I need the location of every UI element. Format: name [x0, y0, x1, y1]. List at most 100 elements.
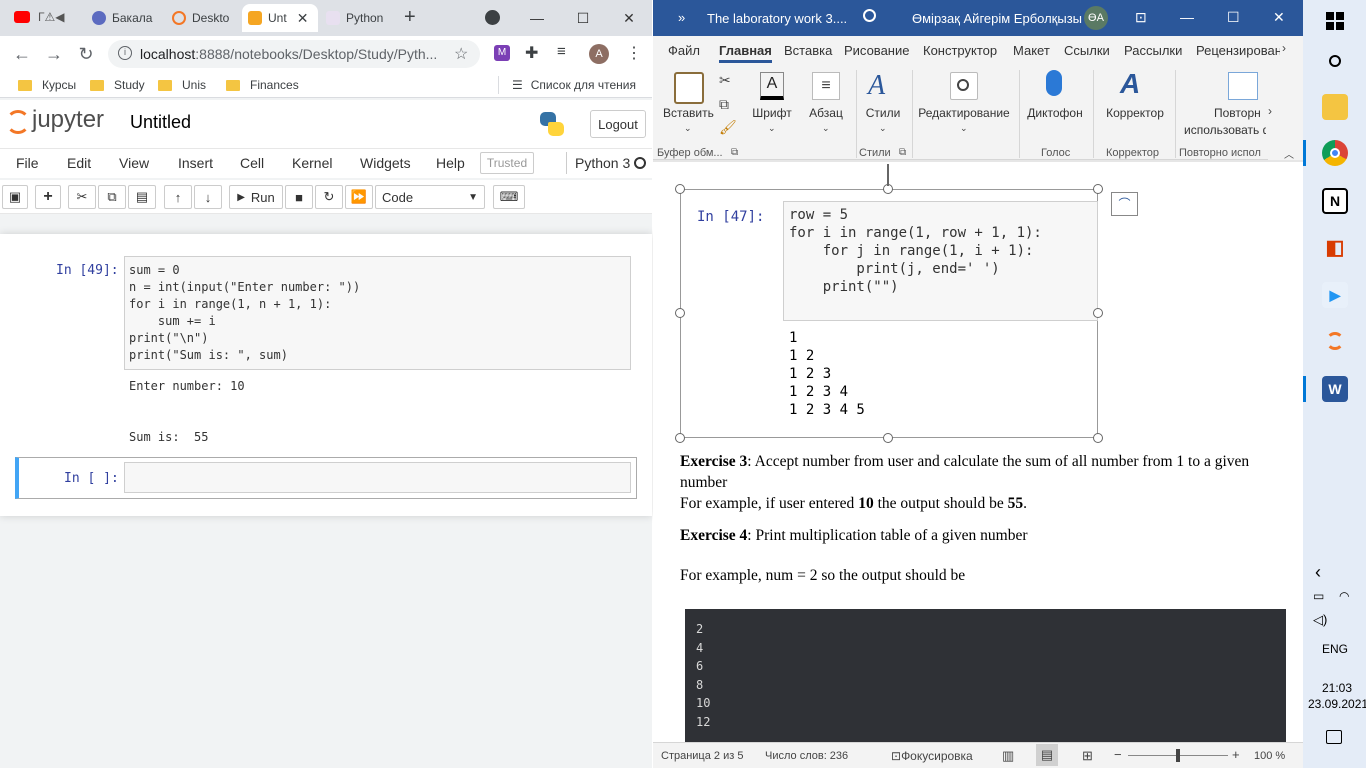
show-hidden-icons-icon[interactable]: ‹ [1315, 562, 1321, 583]
tab-bakalavr[interactable]: Бакала [86, 4, 162, 32]
dialog-launcher-icon[interactable]: ⧉ [899, 147, 906, 158]
resize-handle[interactable] [675, 308, 685, 318]
restart-icon[interactable]: ↻ [315, 185, 343, 209]
quick-access-overflow-icon[interactable]: » [678, 10, 685, 25]
bookmark-kursy[interactable]: Курсы [18, 76, 76, 94]
collapse-ribbon-icon[interactable]: ︿ [1284, 146, 1294, 161]
close-tab-icon[interactable]: ✕ [297, 10, 309, 27]
office-icon[interactable]: ◧ [1322, 234, 1348, 260]
tab-home[interactable]: Главная [719, 43, 772, 63]
font-label[interactable]: Шрифт [748, 106, 796, 120]
media-control-icon[interactable]: ≡ [557, 43, 566, 60]
resize-handle[interactable] [1093, 433, 1103, 443]
menu-widgets[interactable]: Widgets [360, 155, 411, 171]
notion-icon[interactable]: N [1322, 188, 1348, 214]
paste-icon[interactable]: ▤ [128, 185, 156, 209]
word-count[interactable]: Число слов: 236 [765, 750, 848, 762]
read-mode-icon[interactable]: ▥ [1002, 748, 1014, 764]
paste-clipboard-icon[interactable] [674, 72, 704, 104]
rotate-handle-stem[interactable] [887, 164, 889, 186]
notifications-icon[interactable] [1326, 730, 1342, 744]
new-tab-icon[interactable]: + [404, 6, 416, 29]
extensions-puzzle-icon[interactable]: ✚ [525, 43, 538, 63]
paste-label[interactable]: Вставить [663, 106, 714, 120]
tab-design[interactable]: Конструктор [923, 43, 997, 58]
microphone-icon[interactable] [1046, 70, 1062, 96]
windows-start-icon[interactable] [1322, 8, 1348, 34]
interrupt-icon[interactable]: ■ [285, 185, 313, 209]
tab-review[interactable]: Рецензирован [1196, 43, 1280, 58]
clock-time[interactable]: 21:03 [1322, 681, 1352, 695]
media-player-icon[interactable]: ▶ [1322, 282, 1348, 308]
word-close-icon[interactable]: ✕ [1273, 9, 1285, 26]
reuse-label-line2[interactable]: использовать ф [1184, 123, 1266, 137]
bookmark-study[interactable]: Study [90, 76, 145, 94]
ribbon-display-icon[interactable]: ⊡ [1135, 9, 1147, 26]
forward-icon[interactable]: → [40, 40, 68, 68]
cut-icon[interactable]: ✂ [68, 185, 96, 209]
zoom-slider-thumb[interactable] [1176, 749, 1180, 762]
tab-insert[interactable]: Вставка [784, 43, 832, 58]
menu-cell[interactable]: Cell [240, 155, 264, 171]
web-layout-icon[interactable]: ⊞ [1082, 748, 1093, 764]
site-info-icon[interactable]: i [118, 46, 132, 60]
tab-python[interactable]: Python [320, 4, 392, 32]
word-taskbar-icon[interactable]: W [1322, 376, 1348, 402]
profile-avatar[interactable]: A [589, 44, 609, 64]
paragraph-label[interactable]: Абзац [802, 106, 850, 120]
zoom-in-icon[interactable]: + [1232, 747, 1240, 762]
battery-icon[interactable]: ▭ [1313, 589, 1324, 603]
word-minimize-icon[interactable]: — [1180, 9, 1194, 25]
tab-overflow-icon[interactable]: Г⚠◀ [38, 10, 64, 24]
wifi-icon[interactable]: ◠ [1339, 589, 1349, 603]
restart-run-all-icon[interactable]: ⏩ [345, 185, 373, 209]
close-window-icon[interactable]: ✕ [606, 0, 652, 36]
editing-search-icon[interactable] [950, 72, 978, 100]
resize-handle[interactable] [1093, 308, 1103, 318]
kernel-name[interactable]: Python 3 [575, 155, 630, 171]
user-avatar[interactable]: ӨА [1084, 6, 1108, 30]
reading-list-button[interactable]: ☰ Список для чтения [512, 76, 636, 94]
move-down-icon[interactable]: ↓ [194, 185, 222, 209]
address-bar[interactable]: localhost:8888/notebooks/Desktop/Study/P… [108, 40, 480, 68]
focus-button[interactable]: ⊡Фокусировка [891, 749, 973, 763]
language-indicator[interactable]: ENG [1322, 642, 1348, 656]
paste-dropdown-icon[interactable]: ⌄ [684, 123, 692, 134]
user-name[interactable]: Өмірзақ Айгерім Ерболқызы [912, 11, 1082, 26]
jupyter-logo-icon[interactable] [6, 110, 30, 134]
styles-icon[interactable]: A [868, 70, 885, 102]
tab-layout[interactable]: Макет [1013, 43, 1050, 58]
paragraph-icon[interactable]: ≡ [812, 72, 840, 100]
cell2-code-editor[interactable] [124, 462, 631, 493]
minimize-icon[interactable]: — [514, 0, 560, 36]
notebook-title[interactable]: Untitled [130, 112, 191, 133]
tab-desktop[interactable]: Deskto [166, 4, 238, 32]
zoom-level[interactable]: 100 % [1254, 750, 1285, 762]
volume-icon[interactable]: ◁) [1313, 612, 1327, 628]
reuse-files-icon[interactable] [1228, 72, 1258, 100]
jupyter-logo-text[interactable]: jupyter [32, 106, 104, 134]
tab-search-icon[interactable] [485, 10, 500, 25]
file-explorer-icon[interactable] [1322, 94, 1348, 120]
jupyter-taskbar-icon[interactable] [1322, 328, 1348, 354]
print-layout-icon[interactable]: ▤ [1036, 744, 1058, 766]
move-up-icon[interactable]: ↑ [164, 185, 192, 209]
ribbon-scroll-right-icon[interactable]: › [1268, 104, 1272, 118]
tab-file[interactable]: Файл [668, 43, 700, 58]
windows-search-icon[interactable] [1322, 48, 1348, 74]
resize-handle[interactable] [675, 184, 685, 194]
tab-mailings[interactable]: Рассылки [1124, 43, 1182, 58]
cut-icon[interactable]: ✂ [719, 72, 731, 89]
editor-icon[interactable]: A [1120, 68, 1140, 100]
maximize-icon[interactable]: ☐ [560, 0, 606, 36]
logout-button[interactable]: Logout [590, 110, 646, 138]
bookmark-star-icon[interactable]: ☆ [454, 44, 468, 64]
font-dropdown-icon[interactable]: ⌄ [768, 123, 776, 134]
run-button[interactable]: ▶ Run [229, 185, 283, 209]
tab-draw[interactable]: Рисование [844, 43, 909, 58]
save-icon[interactable]: ▣ [2, 185, 28, 209]
copy-icon[interactable]: ⧉ [719, 96, 729, 113]
font-icon[interactable]: A [760, 72, 784, 100]
tab-references[interactable]: Ссылки [1064, 43, 1110, 58]
bookmark-finances[interactable]: Finances [226, 76, 299, 94]
